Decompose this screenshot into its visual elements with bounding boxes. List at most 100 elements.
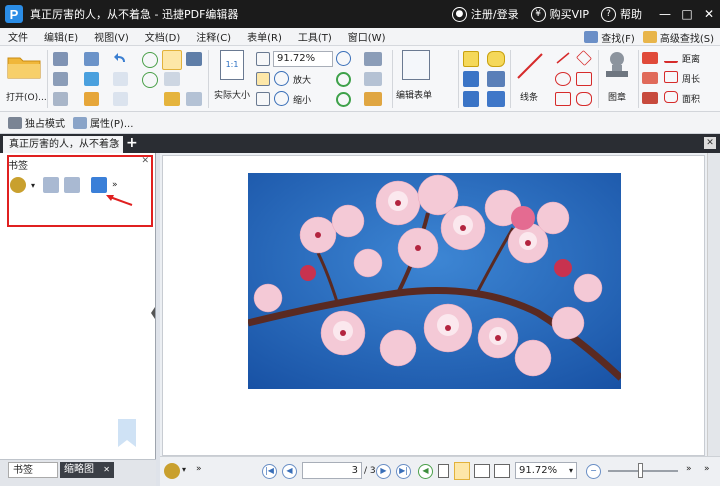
email-icon[interactable] bbox=[84, 52, 99, 66]
back-icon[interactable] bbox=[142, 52, 158, 68]
pentagon-icon[interactable] bbox=[576, 72, 592, 86]
last-page-button[interactable]: ▶| bbox=[396, 464, 411, 479]
forward-icon[interactable] bbox=[142, 72, 158, 88]
menu-edit[interactable]: 编辑(E) bbox=[36, 29, 86, 44]
previous-page-button[interactable]: ◀ bbox=[282, 464, 297, 479]
redo-icon[interactable] bbox=[113, 72, 128, 86]
crop-icon[interactable] bbox=[186, 92, 202, 106]
zoom-select[interactable]: 91.72% ▾ bbox=[515, 462, 577, 479]
fit-width-icon[interactable] bbox=[256, 72, 270, 86]
distance-button[interactable]: 距离 bbox=[664, 51, 716, 65]
rotate-right-icon[interactable] bbox=[336, 92, 351, 107]
zoom-combobox[interactable]: 91.72% bbox=[273, 51, 333, 67]
help-button[interactable]: ? 帮助 bbox=[601, 6, 642, 22]
zoom-slider[interactable] bbox=[608, 470, 678, 472]
edit-form-button[interactable]: 编辑表单 bbox=[396, 50, 436, 106]
new-tab-button[interactable]: + bbox=[126, 136, 138, 151]
more-icon[interactable]: » bbox=[196, 464, 202, 474]
advanced-find-button[interactable]: 高级查找(S) bbox=[642, 30, 714, 45]
close-icon: ✕ bbox=[703, 7, 715, 21]
stamp-button[interactable]: 图章 bbox=[602, 50, 634, 106]
pencil-icon[interactable] bbox=[642, 52, 658, 64]
line-button[interactable]: 线条 bbox=[514, 50, 554, 106]
back-button[interactable]: ◀ bbox=[418, 464, 433, 479]
new-icon[interactable] bbox=[84, 92, 99, 106]
zoom-out-button[interactable]: − bbox=[586, 464, 601, 479]
zoom-in-small-icon[interactable] bbox=[336, 51, 351, 66]
find-button[interactable]: 查找(F) bbox=[584, 30, 635, 45]
text-insert-icon[interactable] bbox=[364, 52, 382, 66]
image-insert-icon[interactable] bbox=[364, 92, 382, 106]
vertical-scrollbar[interactable] bbox=[707, 153, 720, 456]
zoom-in-button[interactable]: 放大 bbox=[274, 71, 334, 87]
gear-icon[interactable] bbox=[164, 463, 180, 479]
menu-window[interactable]: 窗口(W) bbox=[340, 29, 394, 44]
minimize-button[interactable]: — bbox=[654, 0, 676, 28]
next-page-button[interactable]: ▶ bbox=[376, 464, 391, 479]
highlight-area-icon[interactable] bbox=[642, 92, 658, 104]
tab-thumbnails[interactable]: 缩略图 ✕ bbox=[60, 462, 114, 478]
area-button[interactable]: 面积 bbox=[664, 91, 716, 105]
menu-view[interactable]: 视图(V) bbox=[86, 29, 137, 44]
page-number-input[interactable]: 3 bbox=[302, 462, 362, 479]
tab-close-icon[interactable]: ✕ bbox=[112, 136, 120, 153]
menu-comment[interactable]: 注释(C) bbox=[188, 29, 239, 44]
actual-size-button[interactable]: 1:1 实际大小 bbox=[214, 50, 254, 106]
two-page-icon[interactable] bbox=[474, 464, 490, 478]
chevron-down-icon[interactable]: ▾ bbox=[182, 465, 186, 474]
more-icon[interactable]: » bbox=[686, 464, 692, 474]
arrow-icon[interactable] bbox=[555, 51, 571, 65]
close-button[interactable]: ✕ bbox=[698, 0, 720, 28]
rectangle-icon[interactable] bbox=[555, 92, 571, 106]
underline-icon[interactable] bbox=[463, 71, 479, 87]
typewriter-icon[interactable] bbox=[364, 72, 382, 86]
scan-icon[interactable] bbox=[84, 72, 99, 86]
print-icon[interactable] bbox=[53, 72, 68, 86]
snapshot-icon[interactable] bbox=[186, 52, 202, 66]
maximize-button[interactable]: □ bbox=[676, 0, 698, 28]
select-text-icon[interactable] bbox=[164, 72, 180, 86]
close-icon[interactable]: ✕ bbox=[103, 465, 110, 474]
exclusive-mode-button[interactable]: 独占模式 bbox=[8, 115, 65, 130]
sound-icon[interactable] bbox=[487, 91, 505, 107]
register-login-button[interactable]: ● 注册/登录 bbox=[451, 6, 519, 22]
document-viewer[interactable] bbox=[160, 153, 720, 456]
undo-icon[interactable] bbox=[113, 52, 128, 66]
menu-file[interactable]: 文件 bbox=[0, 29, 36, 44]
document-tab[interactable]: 真正厉害的人，从不着急 ✕ bbox=[3, 136, 123, 153]
oval-icon[interactable] bbox=[555, 72, 571, 86]
panel-collapse-handle[interactable] bbox=[150, 303, 156, 323]
save-icon[interactable] bbox=[53, 52, 68, 66]
continuous-page-icon[interactable] bbox=[454, 462, 470, 480]
zoom-slider-thumb[interactable] bbox=[638, 463, 643, 478]
properties-button[interactable]: 属性(P)... bbox=[73, 115, 133, 130]
open-button[interactable]: 打开(O)... bbox=[6, 52, 47, 103]
eraser-icon[interactable] bbox=[642, 72, 658, 84]
two-page-continuous-icon[interactable] bbox=[494, 464, 510, 478]
copy-icon[interactable] bbox=[113, 92, 128, 106]
marquee-icon[interactable] bbox=[164, 92, 180, 106]
fit-page-icon[interactable] bbox=[256, 52, 270, 66]
comment-icon[interactable] bbox=[487, 51, 505, 67]
tab-bookmarks[interactable]: 书签 bbox=[8, 462, 58, 478]
hand-tool-icon[interactable] bbox=[162, 50, 182, 70]
close-document-button[interactable]: ✕ bbox=[704, 137, 716, 149]
zoom-out-button[interactable]: 缩小 bbox=[274, 91, 334, 107]
folder-icon bbox=[7, 57, 41, 79]
attachment-icon[interactable] bbox=[487, 71, 505, 87]
text-box-icon[interactable] bbox=[463, 51, 479, 67]
more-icon[interactable]: » bbox=[704, 464, 710, 474]
fit-visible-icon[interactable] bbox=[256, 92, 270, 106]
rotate-left-icon[interactable] bbox=[336, 72, 351, 87]
menu-document[interactable]: 文档(D) bbox=[137, 29, 189, 44]
strikeout-icon[interactable] bbox=[463, 91, 479, 107]
document-icon[interactable] bbox=[53, 92, 68, 106]
first-page-button[interactable]: |◀ bbox=[262, 464, 277, 479]
polygon-icon[interactable] bbox=[576, 50, 592, 66]
single-page-icon[interactable] bbox=[438, 464, 449, 478]
menu-form[interactable]: 表单(R) bbox=[239, 29, 290, 44]
menu-tools[interactable]: 工具(T) bbox=[290, 29, 340, 44]
cloud-icon[interactable] bbox=[576, 92, 592, 106]
buy-vip-button[interactable]: ¥ 购买VIP bbox=[530, 6, 589, 22]
perimeter-button[interactable]: 周长 bbox=[664, 71, 716, 85]
